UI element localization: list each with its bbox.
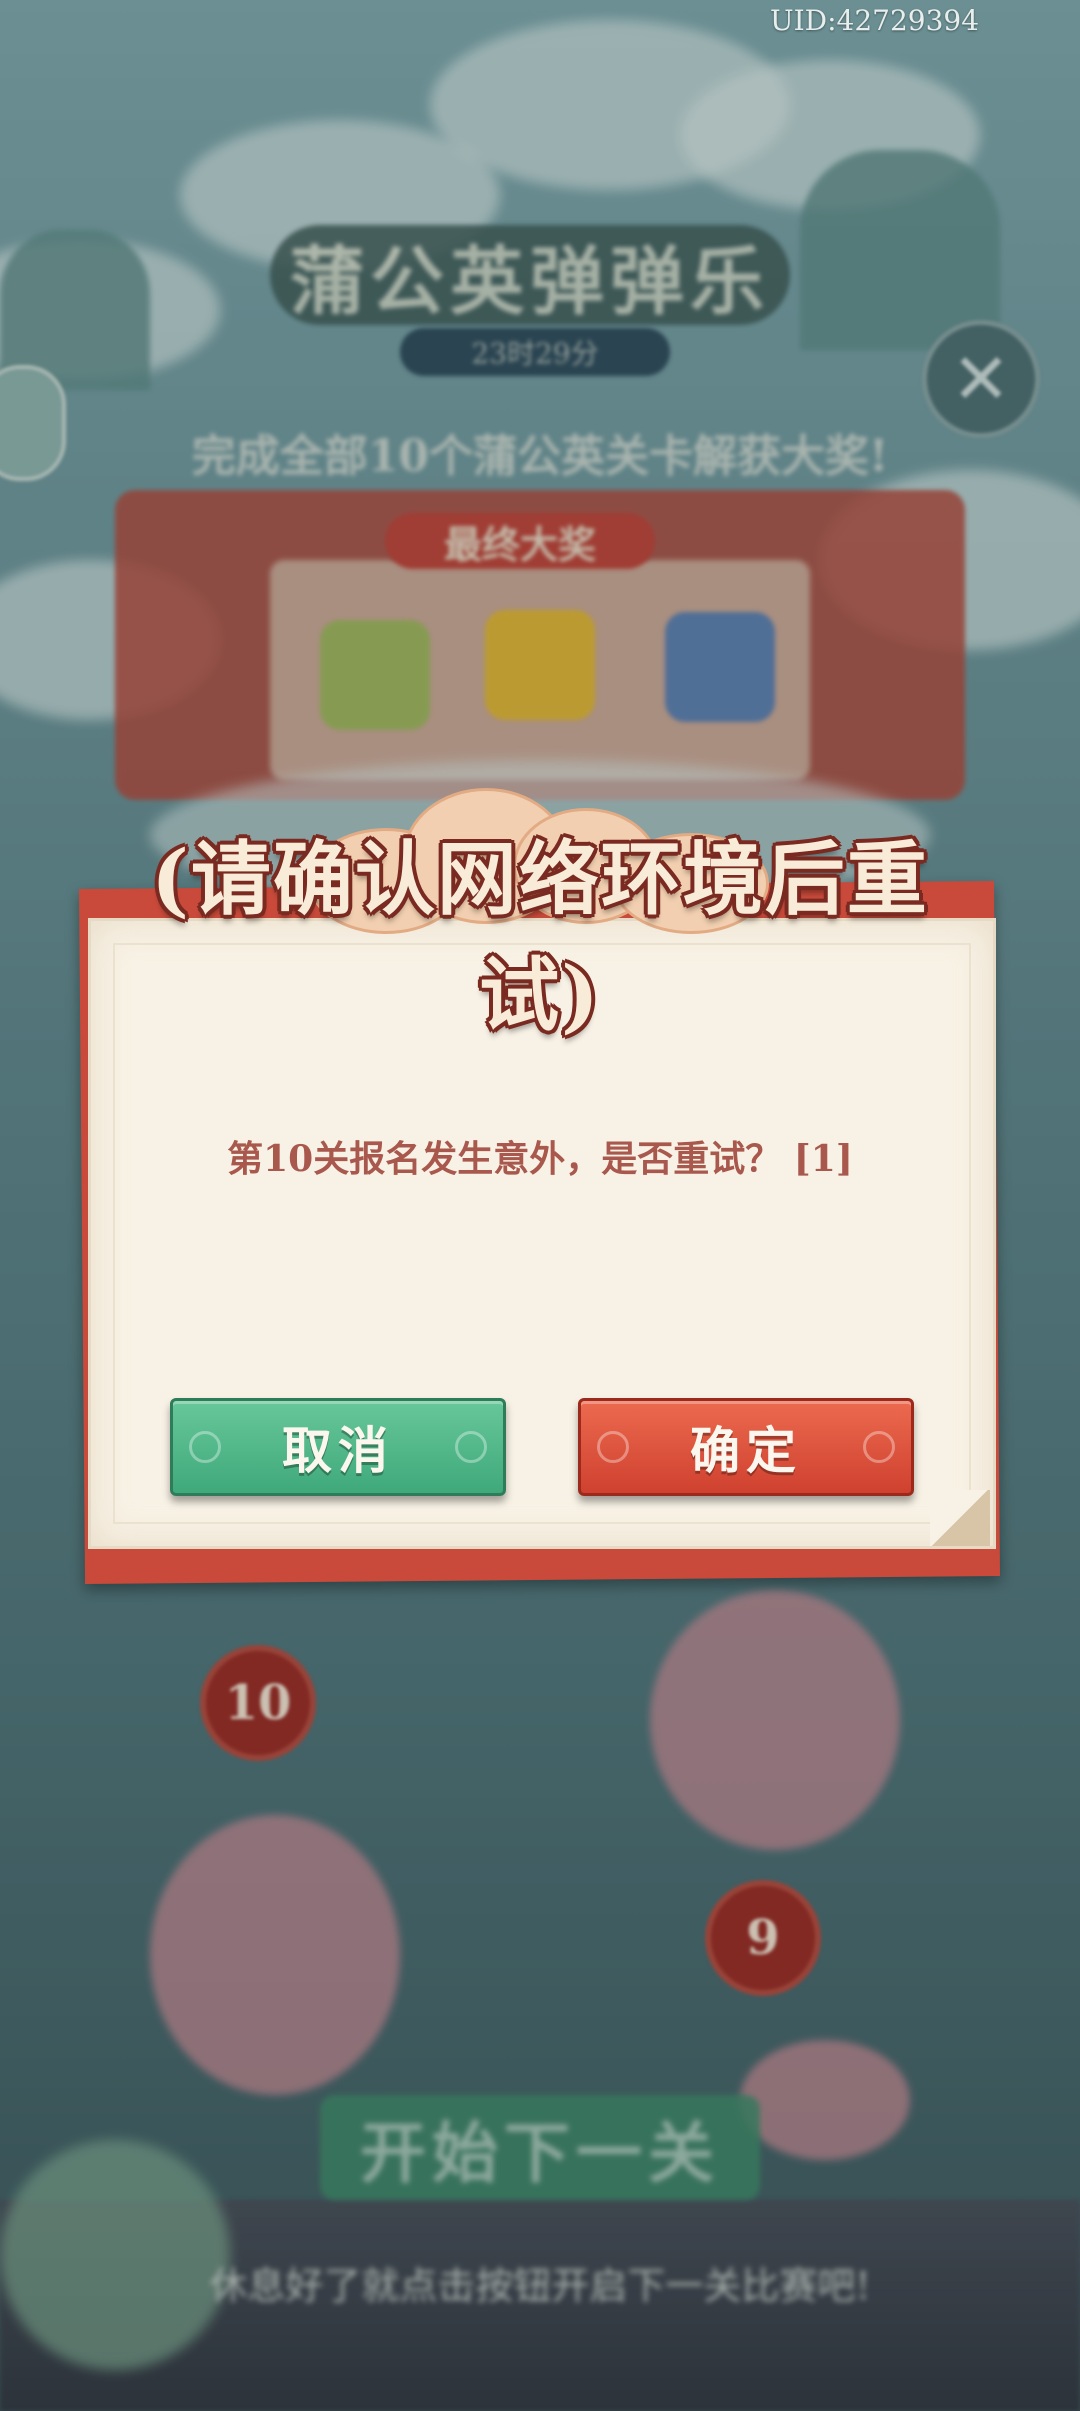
confirm-button[interactable]: 确定	[578, 1398, 914, 1496]
ornament-icon	[597, 1431, 629, 1463]
ornament-icon	[189, 1431, 221, 1463]
ornament-icon	[863, 1431, 895, 1463]
page-curl	[930, 1490, 990, 1546]
dialog-title: (请确认网络环境后重试)	[151, 832, 929, 1042]
dialog-message: 第10关报名发生意外，是否重试？ [1]	[227, 1138, 853, 1180]
user-id: UID:42729394	[770, 4, 980, 37]
cancel-button[interactable]: 取消	[170, 1398, 506, 1496]
confirm-button-label: 确定	[690, 1421, 802, 1480]
ornament-icon	[455, 1431, 487, 1463]
cancel-button-label: 取消	[282, 1421, 394, 1480]
